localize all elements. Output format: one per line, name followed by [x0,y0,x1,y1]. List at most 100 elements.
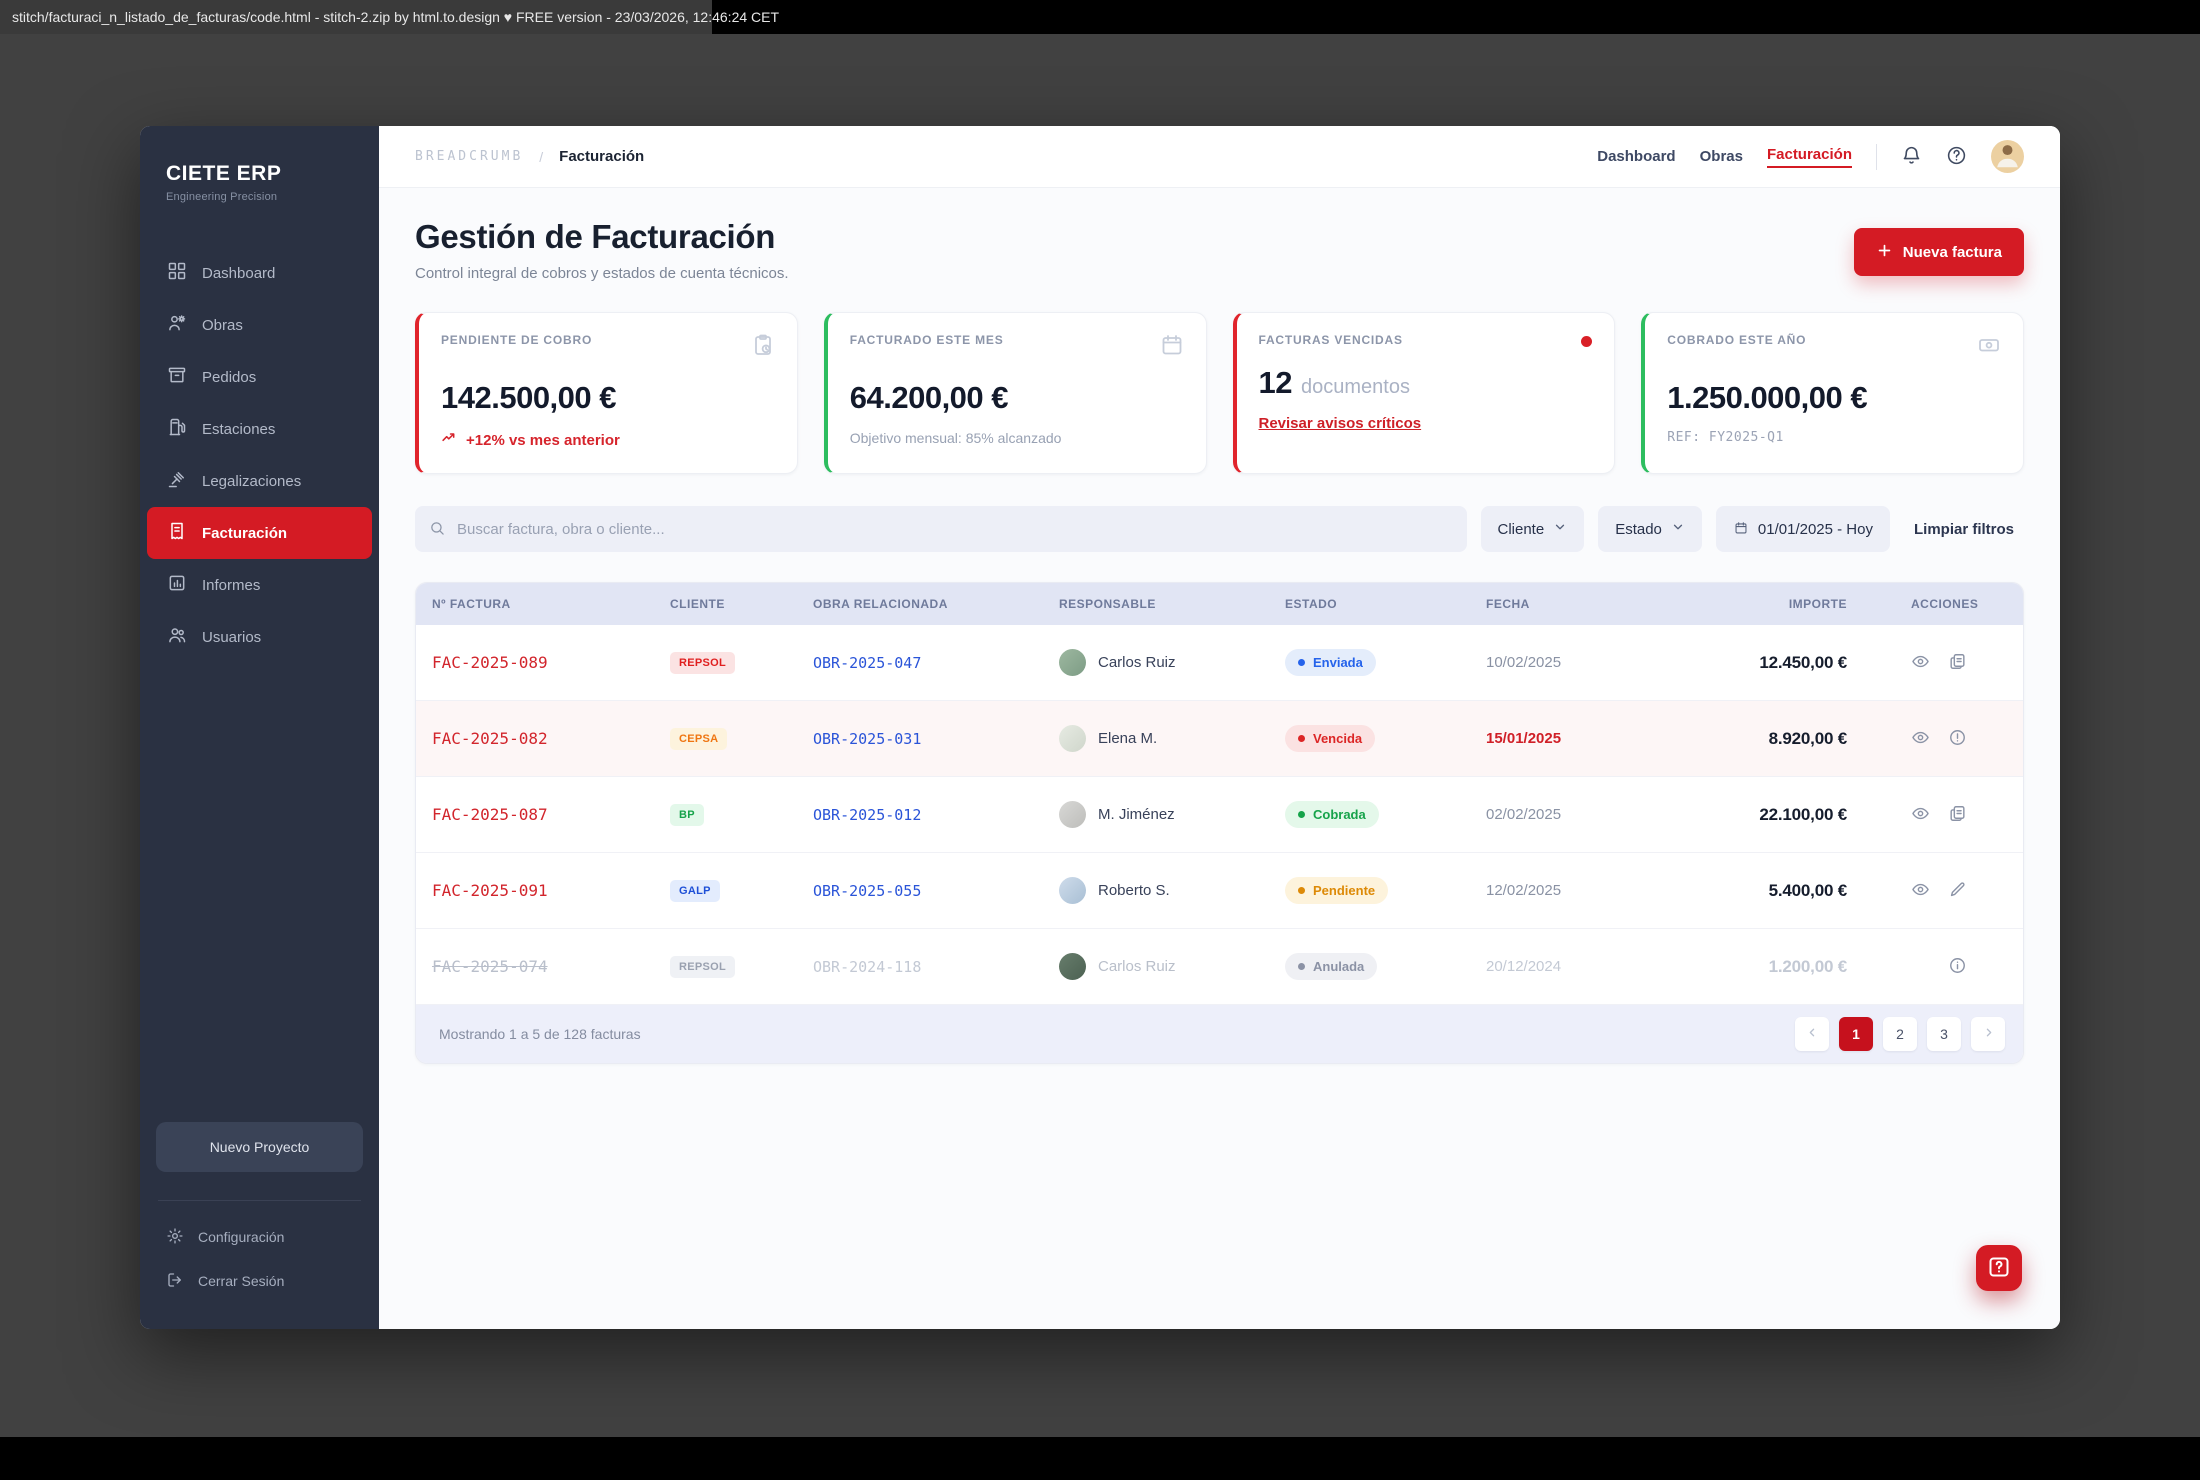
table-footer: Mostrando 1 a 5 de 128 facturas 1 2 3 [416,1005,2023,1063]
client-cell: REPSOL [670,956,813,978]
breadcrumb-separator: / [539,149,543,165]
notifications-button[interactable] [1901,145,1922,169]
stat-card-top: FACTURADO ESTE MES [850,333,1184,362]
view-invoice-button[interactable] [1911,652,1930,674]
top-navigation: Dashboard Obras Facturación [1597,140,2024,173]
sidebar-item-configuracion[interactable]: Configuración [156,1215,363,1259]
responsable-cell: M. Jiménez [1059,801,1285,828]
column-header-importe: IMPORTE [1656,597,1911,611]
sidebar-item-dashboard[interactable]: Dashboard [147,247,372,299]
help-button[interactable] [1946,145,1967,169]
status-badge: Anulada [1285,953,1377,980]
client-badge: REPSOL [670,652,735,674]
archive-box-icon [167,365,187,389]
obra-link[interactable]: OBR-2025-031 [813,730,1059,748]
page-header-text: Gestión de Facturación Control integral … [415,218,789,282]
trending-up-icon [441,430,458,451]
stat-note: Revisar avisos críticos [1259,415,1593,433]
view-invoice-button[interactable] [1911,728,1930,750]
view-invoice-button[interactable] [1911,880,1930,902]
topbar: BREADCRUMB / Facturación Dashboard Obras… [379,126,2060,188]
help-box-icon [1987,1255,2011,1282]
stat-value-suffix: documentos [1301,376,1410,399]
calendar-icon [1160,333,1184,362]
page-subtitle: Control integral de cobros y estados de … [415,265,789,282]
page-button-3[interactable]: 3 [1927,1017,1961,1051]
download-pdf-button[interactable] [1948,652,1967,674]
avatar[interactable] [1991,140,2024,173]
stat-value-wrap: 1.250.000,00 € [1667,380,2001,416]
column-header-responsable: RESPONSABLE [1059,597,1285,611]
stat-card-cobrado-ano: COBRADO ESTE AÑO 1.250.000,00 € REF: FY2… [1641,312,2024,474]
search-input[interactable] [415,506,1467,552]
obra-link[interactable]: OBR-2025-047 [813,654,1059,672]
users-icon [167,625,187,649]
stat-label: COBRADO ESTE AÑO [1667,333,1806,347]
column-header-obra: OBRA RELACIONADA [813,597,1059,611]
page-button-1[interactable]: 1 [1839,1017,1873,1051]
view-invoice-button[interactable] [1911,804,1930,826]
stat-cards: PENDIENTE DE COBRO 142.500,00 € +12% vs … [415,312,2024,474]
actions-cell [1911,652,2007,674]
client-cell: GALP [670,880,813,902]
pagination: 1 2 3 [1795,1017,2005,1051]
sidebar-item-facturacion[interactable]: Facturación [147,507,372,559]
clear-filters-button[interactable]: Limpiar filtros [1904,521,2024,538]
sidebar-item-obras[interactable]: Obras [147,299,372,351]
responsable-name: Elena M. [1098,730,1157,747]
floating-help-button[interactable] [1976,1245,2022,1291]
status-filter-dropdown[interactable]: Estado [1598,506,1702,552]
status-cell: Cobrada [1285,801,1486,828]
actions-cell [1911,728,2007,750]
stat-value: 1.250.000,00 € [1667,380,1867,416]
sidebar-item-informes[interactable]: Informes [147,559,372,611]
new-invoice-button[interactable]: Nueva factura [1854,228,2024,276]
sidebar-item-estaciones[interactable]: Estaciones [147,403,372,455]
new-project-button[interactable]: Nuevo Proyecto [156,1122,363,1172]
sidebar-item-legalizaciones[interactable]: Legalizaciones [147,455,372,507]
status-badge: Pendiente [1285,877,1388,904]
nav-link-facturacion[interactable]: Facturación [1767,146,1852,168]
previous-page-button[interactable] [1795,1017,1829,1051]
table-row: FAC-2025-074 REPSOL OBR-2024-118 Carlos … [416,929,2023,1005]
new-invoice-label: Nueva factura [1903,244,2002,261]
stat-note: REF: FY2025-Q1 [1667,430,2001,445]
edit-invoice-button[interactable] [1948,880,1967,902]
review-critical-link[interactable]: Revisar avisos críticos [1259,415,1422,432]
overdue-alert-button[interactable] [1948,728,1967,750]
client-filter-dropdown[interactable]: Cliente [1481,506,1585,552]
date-range-filter[interactable]: 01/01/2025 - Hoy [1716,506,1890,552]
alert-circle-icon [1948,728,1967,750]
obra-link[interactable]: OBR-2025-055 [813,882,1059,900]
gavel-icon [167,469,187,493]
sidebar-item-cerrar-sesion[interactable]: Cerrar Sesión [156,1259,363,1303]
responsable-name: Carlos Ruiz [1098,654,1176,671]
sidebar-item-label: Dashboard [202,265,275,282]
help-circle-icon [1946,145,1967,169]
main-area: BREADCRUMB / Facturación Dashboard Obras… [379,126,2060,1329]
info-circle-icon [1948,956,1967,978]
page-title: Gestión de Facturación [415,218,789,256]
avatar [1059,877,1086,904]
sidebar-item-pedidos[interactable]: Pedidos [147,351,372,403]
eye-icon [1911,728,1930,750]
client-filter-label: Cliente [1498,521,1545,538]
bell-icon [1901,145,1922,169]
next-page-button[interactable] [1971,1017,2005,1051]
sidebar-item-usuarios[interactable]: Usuarios [147,611,372,663]
brand: CIETE ERP Engineering Precision [140,126,379,203]
status-badge: Cobrada [1285,801,1379,828]
obra-link[interactable]: OBR-2025-012 [813,806,1059,824]
nav-link-obras[interactable]: Obras [1700,148,1743,165]
info-button[interactable] [1948,956,1967,978]
nav-link-dashboard[interactable]: Dashboard [1597,148,1675,165]
invoice-number-cell: FAC-2025-074 [432,957,670,976]
page-button-2[interactable]: 2 [1883,1017,1917,1051]
fecha-cell: 10/02/2025 [1486,654,1656,671]
fecha-cell: 20/12/2024 [1486,958,1656,975]
breadcrumb-root[interactable]: BREADCRUMB [415,149,523,164]
invoice-number-cell: FAC-2025-082 [432,729,670,748]
brand-tagline: Engineering Precision [166,191,353,203]
importe-cell: 5.400,00 € [1656,881,1911,901]
download-pdf-button[interactable] [1948,804,1967,826]
